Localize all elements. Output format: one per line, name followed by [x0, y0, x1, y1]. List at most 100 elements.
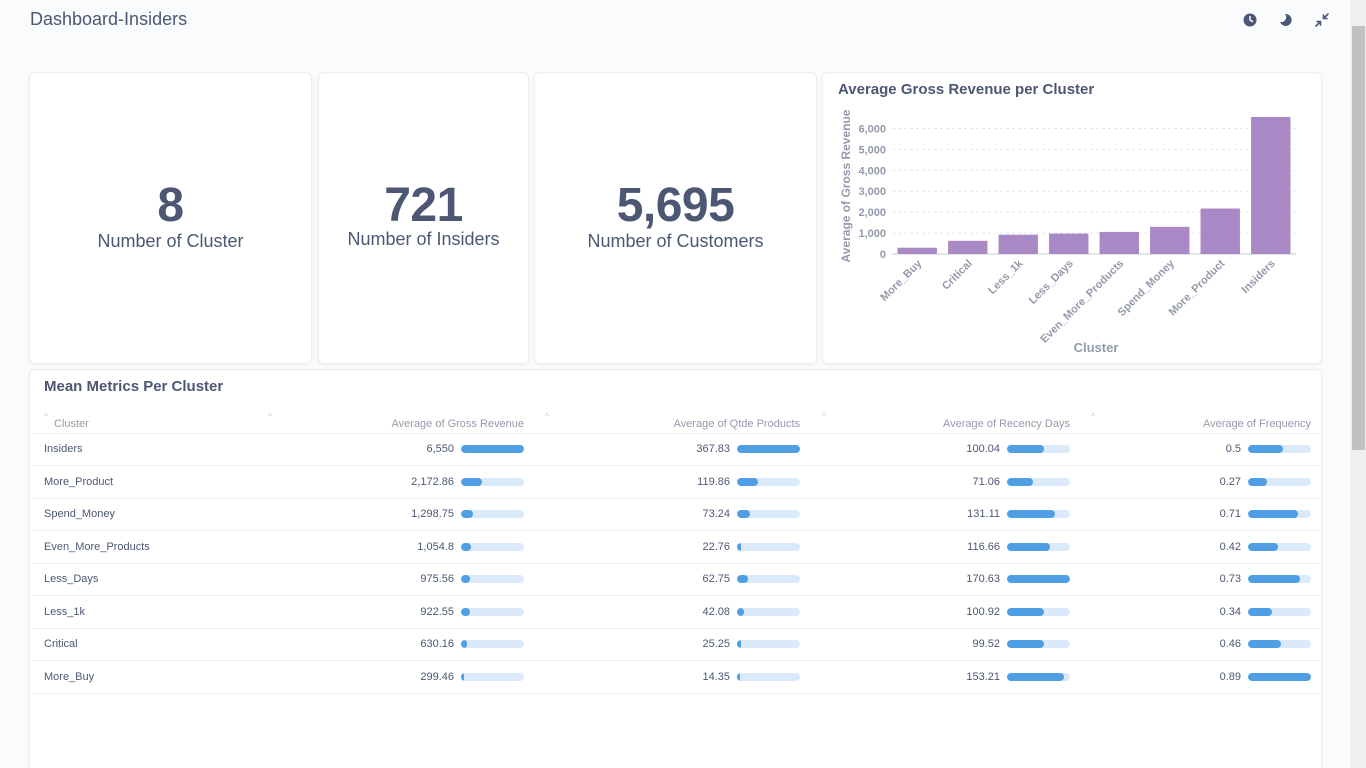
- sort-icon[interactable]: ^: [44, 411, 48, 421]
- recency-minibar-fill: [1007, 607, 1045, 616]
- recency-cell: 131.11: [967, 508, 1000, 520]
- revenue-cell: 1,054.8: [417, 540, 454, 553]
- frequency-minibar: [1248, 445, 1311, 453]
- revenue-minibar: [461, 445, 524, 453]
- products-minibar: [737, 575, 800, 583]
- products-cell: 367.83: [696, 443, 730, 455]
- products-minibar-fill: [737, 607, 745, 616]
- cluster-cell: Critical: [44, 638, 78, 650]
- products-minibar-fill: [737, 510, 750, 518]
- bar[interactable]: [998, 234, 1038, 254]
- scalar-card-insiders[interactable]: 721 Number of Insiders: [318, 72, 529, 364]
- frequency-cell: 0.34: [1219, 605, 1241, 618]
- column-header-recency-days[interactable]: Average of Recency Days: [870, 418, 1070, 430]
- bar[interactable]: [1251, 116, 1291, 254]
- sort-icon[interactable]: ^: [268, 411, 272, 421]
- revenue-minibar-fill: [461, 640, 468, 648]
- scalar-card-clusters[interactable]: 8 Number of Cluster: [29, 72, 312, 364]
- insiders-count-label: Number of Insiders: [347, 229, 500, 249]
- history-icon[interactable]: [1240, 10, 1260, 30]
- revenue-minibar: [461, 640, 524, 648]
- frequency-minibar-fill: [1248, 445, 1284, 453]
- products-minibar: [737, 607, 800, 616]
- recency-minibar: [1007, 640, 1070, 648]
- products-minibar-fill: [737, 640, 742, 648]
- sort-icon[interactable]: ^: [1091, 411, 1095, 421]
- cluster-cell: Less_Days: [44, 573, 99, 585]
- scrollbar-thumb[interactable]: [1352, 26, 1365, 450]
- table-row[interactable]: Insiders 6,550 367.83 100.04 0.5: [30, 433, 1322, 466]
- revenue-cell: 2,172.86: [411, 475, 454, 488]
- products-cell: 22.76: [702, 540, 730, 553]
- sort-icon[interactable]: ^: [822, 411, 826, 421]
- table-row[interactable]: Less_1k 922.55 42.08 100.92 0.34: [30, 596, 1322, 629]
- y-tick-label: 1,000: [858, 228, 886, 240]
- revenue-cell: 922.55: [420, 605, 454, 618]
- revenue-minibar: [461, 510, 524, 518]
- products-minibar-fill: [737, 575, 748, 583]
- frequency-cell: 0.73: [1219, 573, 1241, 585]
- column-header-cluster[interactable]: Cluster: [54, 418, 89, 430]
- bar[interactable]: [1049, 233, 1089, 254]
- revenue-cell: 630.16: [420, 638, 454, 650]
- table-row[interactable]: Less_Days 975.56 62.75 170.63 0.73: [30, 563, 1322, 596]
- scalar-card-customers[interactable]: 5,695 Number of Customers: [534, 72, 817, 364]
- table-row[interactable]: More_Product 2,172.86 119.86 71.06 0.27: [30, 466, 1322, 499]
- frequency-minibar-fill: [1248, 575, 1300, 583]
- cluster-cell: Insiders: [44, 443, 83, 455]
- revenue-minibar: [461, 607, 524, 616]
- products-minibar-fill: [737, 672, 740, 681]
- cluster-cell: Even_More_Products: [44, 540, 150, 553]
- bar-chart: 0 1,000 2,000 3,000 4,000 5,000 6,000 More_Buy C…: [839, 109, 1296, 355]
- frequency-minibar-fill: [1248, 607, 1273, 616]
- products-minibar-fill: [737, 542, 741, 551]
- recency-minibar: [1007, 575, 1070, 583]
- frequency-minibar-fill: [1248, 477, 1268, 486]
- column-header-frequency[interactable]: Average of Frequency: [1110, 418, 1311, 430]
- moon-icon[interactable]: [1276, 10, 1296, 30]
- y-tick-label: 4,000: [858, 165, 886, 177]
- column-header-gross-revenue[interactable]: Average of Gross Revenue: [330, 418, 524, 430]
- recency-cell: 71.06: [972, 475, 1000, 488]
- products-cell: 25.25: [702, 638, 730, 650]
- customers-count-label: Number of Customers: [587, 231, 764, 251]
- frequency-cell: 0.89: [1219, 670, 1241, 683]
- y-axis-label: Average of Gross Revenue: [839, 109, 853, 262]
- table-row[interactable]: Even_More_Products 1,054.8 22.76 116.66 0.42: [30, 531, 1322, 564]
- revenue-minibar-fill: [461, 542, 472, 551]
- x-tick-label: Less_Days: [1027, 258, 1076, 307]
- table-row[interactable]: More_Buy 299.46 14.35 153.21 0.89: [30, 661, 1322, 694]
- products-cell: 73.24: [702, 508, 730, 520]
- minimize-icon[interactable]: [1312, 10, 1332, 30]
- x-tick-label: Critical: [940, 258, 975, 293]
- cluster-cell: Less_1k: [44, 605, 85, 618]
- recency-minibar: [1007, 542, 1070, 551]
- table-row[interactable]: Critical 630.16 25.25 99.52 0.46: [30, 628, 1322, 661]
- revenue-minibar-fill: [461, 445, 524, 453]
- frequency-minibar: [1248, 575, 1311, 583]
- column-header-qtde-products[interactable]: Average of Qtde Products: [600, 418, 800, 430]
- frequency-minibar-fill: [1248, 542, 1278, 551]
- y-tick-label: 2,000: [858, 207, 886, 219]
- x-axis-label: Cluster: [1074, 340, 1119, 355]
- recency-cell: 100.92: [966, 605, 1000, 618]
- recency-minibar: [1007, 672, 1070, 681]
- frequency-minibar-fill: [1248, 640, 1281, 648]
- revenue-minibar: [461, 477, 524, 486]
- bar[interactable]: [897, 247, 937, 254]
- bar[interactable]: [1099, 231, 1139, 254]
- products-minibar-fill: [737, 477, 758, 486]
- table-row[interactable]: Spend_Money 1,298.75 73.24 131.11 0.71: [30, 498, 1322, 531]
- bar[interactable]: [948, 240, 988, 254]
- sort-icon[interactable]: ^: [545, 411, 549, 421]
- dashboard-header: Dashboard-Insiders: [0, 0, 1350, 44]
- dashboard-title: Dashboard-Insiders: [30, 9, 188, 29]
- y-tick-label: 6,000: [858, 123, 886, 135]
- recency-cell: 99.52: [972, 638, 1000, 650]
- frequency-cell: 0.46: [1219, 638, 1241, 650]
- frequency-minibar: [1248, 672, 1311, 681]
- bar[interactable]: [1200, 208, 1240, 254]
- recency-cell: 170.63: [966, 573, 1000, 585]
- cluster-count-label: Number of Cluster: [97, 231, 244, 251]
- bar[interactable]: [1150, 226, 1190, 254]
